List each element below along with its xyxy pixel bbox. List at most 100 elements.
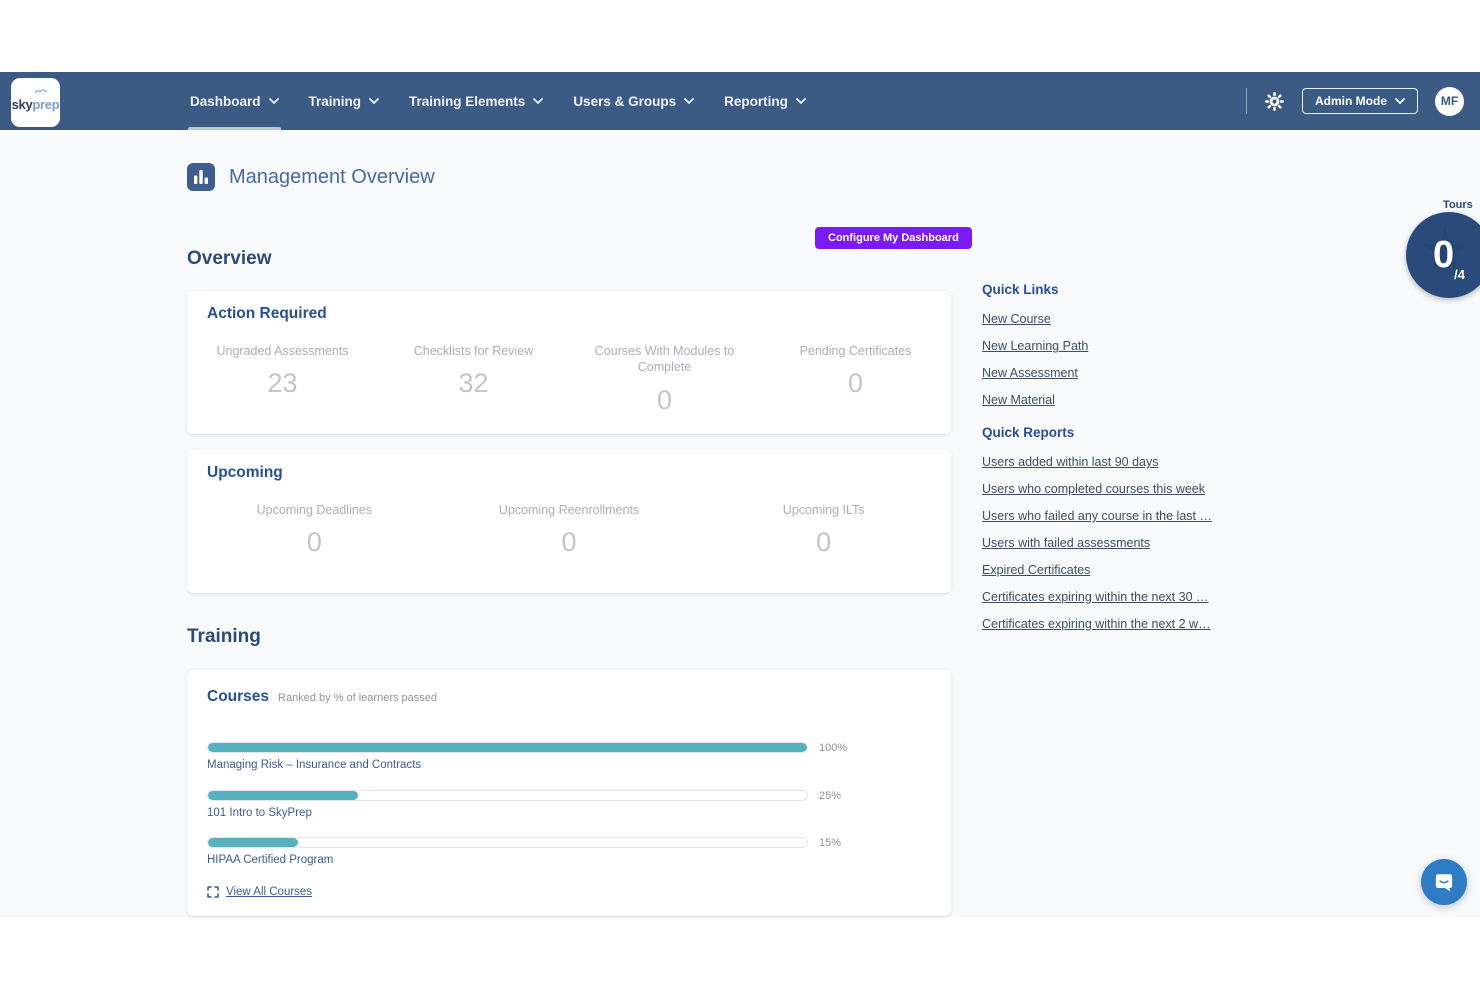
right-sidebar: Quick Links New Course New Learning Path… [982,282,1217,643]
upcoming-stats: Upcoming Deadlines 0 Upcoming Reenrollme… [187,502,951,558]
courses-card: Courses Ranked by % of learners passed 1… [187,670,951,916]
skyprep-logo[interactable]: skyprep [11,78,60,127]
report-users-failed-course[interactable]: Users who failed any course in the last … [982,509,1212,523]
admin-mode-label: Admin Mode [1315,94,1387,108]
report-certificates-expiring-30[interactable]: Certificates expiring within the next 30… [982,590,1209,604]
progress-bar-fill [208,791,358,800]
quick-link-new-course[interactable]: New Course [982,312,1051,326]
bar-chart-icon [187,163,215,191]
quick-links-heading: Quick Links [982,282,1217,297]
stat-value: 0 [187,527,442,558]
stat-label: Upcoming ILTs [744,502,904,518]
view-all-courses-label[interactable]: View All Courses [226,886,312,898]
course-bar-row: 100% Managing Risk – Insurance and Contr… [207,742,847,771]
report-certificates-expiring-2w[interactable]: Certificates expiring within the next 2 … [982,617,1211,631]
progress-bar-fill [208,838,298,847]
stat-value: 23 [187,368,378,399]
skyprep-dashboard-page: skyprep Dashboard Training Training Elem… [0,0,1480,987]
navbar-right-controls: Admin Mode MF [1246,72,1464,130]
action-required-title: Action Required [207,305,327,323]
progress-bar-track [207,837,808,848]
progress-bar-fill [208,743,807,752]
course-name: HIPAA Certified Program [207,854,847,866]
progress-bar-track [207,790,808,801]
nav-item-training-elements[interactable]: Training Elements [409,72,543,130]
admin-mode-dropdown[interactable]: Admin Mode [1302,88,1418,114]
progress-percent-label: 100% [819,742,847,754]
action-required-stats: Ungraded Assessments 23 Checklists for R… [187,343,951,416]
stat-label: Checklists for Review [394,343,554,359]
chat-launcher-button[interactable] [1421,859,1467,905]
courses-title-row: Courses Ranked by % of learners passed [207,688,437,706]
quick-link-new-assessment[interactable]: New Assessment [982,366,1078,380]
avatar-initials: MF [1441,94,1458,108]
quick-reports-list: Users added within last 90 days Users wh… [982,454,1217,632]
course-name: 101 Intro to SkyPrep [207,807,847,819]
stat-value: 32 [378,368,569,399]
chat-bubble-icon [1432,870,1456,894]
quick-link-new-learning-path[interactable]: New Learning Path [982,339,1088,353]
course-bar-row: 25% 101 Intro to SkyPrep [207,790,847,819]
progress-bar-track [207,742,808,753]
expand-icon [207,886,219,898]
page-title: Management Overview [229,166,435,189]
page-title-row: Management Overview [187,163,435,191]
stat-value: 0 [696,527,951,558]
course-bar-row: 15% HIPAA Certified Program [207,837,847,866]
view-all-courses-link[interactable]: View All Courses [207,886,312,898]
stat-label: Upcoming Reenrollments [489,502,649,518]
report-users-failed-assessments[interactable]: Users with failed assessments [982,536,1150,550]
stat-checklists-for-review: Checklists for Review 32 [378,343,569,416]
stat-courses-with-modules: Courses With Modules to Complete 0 [569,343,760,416]
settings-button[interactable] [1264,91,1285,112]
list-item: Users who failed any course in the last … [982,508,1217,524]
courses-title: Courses [207,688,269,706]
course-name: Managing Risk – Insurance and Contracts [207,759,847,771]
configure-dashboard-button[interactable]: Configure My Dashboard [815,227,972,249]
stat-value: 0 [442,527,697,558]
upcoming-title: Upcoming [207,464,283,482]
training-section-heading: Training [187,626,261,648]
nav-item-training[interactable]: Training [309,72,380,130]
list-item: New Course [982,311,1217,327]
navbar-divider [1246,88,1247,114]
user-avatar[interactable]: MF [1435,87,1464,116]
quick-links-list: New Course New Learning Path New Assessm… [982,311,1217,408]
nav-item-label: Users & Groups [573,94,676,109]
chevron-down-icon [796,98,806,104]
chevron-down-icon [533,98,543,104]
nav-item-label: Reporting [724,94,788,109]
report-users-completed-this-week[interactable]: Users who completed courses this week [982,482,1205,496]
stat-upcoming-ilts: Upcoming ILTs 0 [696,502,951,558]
nav-item-users-groups[interactable]: Users & Groups [573,72,694,130]
stat-ungraded-assessments: Ungraded Assessments 23 [187,343,378,416]
stat-pending-certificates: Pending Certificates 0 [760,343,951,416]
list-item: Users who completed courses this week [982,481,1217,497]
tours-progress-widget[interactable]: ★ 0 /4 [1406,212,1480,298]
gear-icon [1264,91,1285,112]
chevron-down-icon [1395,98,1405,104]
tours-label: Tours [1443,199,1473,211]
list-item: Certificates expiring within the next 2 … [982,616,1217,632]
main-content: Management Overview Tours ★ 0 /4 Configu… [0,130,1480,917]
report-expired-certificates[interactable]: Expired Certificates [982,563,1090,577]
list-item: Users added within last 90 days [982,454,1217,470]
list-item: Expired Certificates [982,562,1217,578]
tours-total: /4 [1454,267,1465,282]
main-nav: Dashboard Training Training Elements Use… [190,72,806,130]
stat-value: 0 [569,385,760,416]
list-item: New Assessment [982,365,1217,381]
courses-subtitle: Ranked by % of learners passed [278,692,437,704]
nav-item-dashboard[interactable]: Dashboard [190,72,279,130]
chevron-down-icon [684,98,694,104]
stat-label: Upcoming Deadlines [234,502,394,518]
progress-percent-label: 25% [819,790,841,802]
nav-item-reporting[interactable]: Reporting [724,72,806,130]
logo-text: skyprep [12,97,60,112]
report-users-added-90-days[interactable]: Users added within last 90 days [982,455,1158,469]
nav-item-label: Training [309,94,362,109]
list-item: New Learning Path [982,338,1217,354]
quick-link-new-material[interactable]: New Material [982,393,1055,407]
stat-value: 0 [760,368,951,399]
list-item: Certificates expiring within the next 30… [982,589,1217,605]
